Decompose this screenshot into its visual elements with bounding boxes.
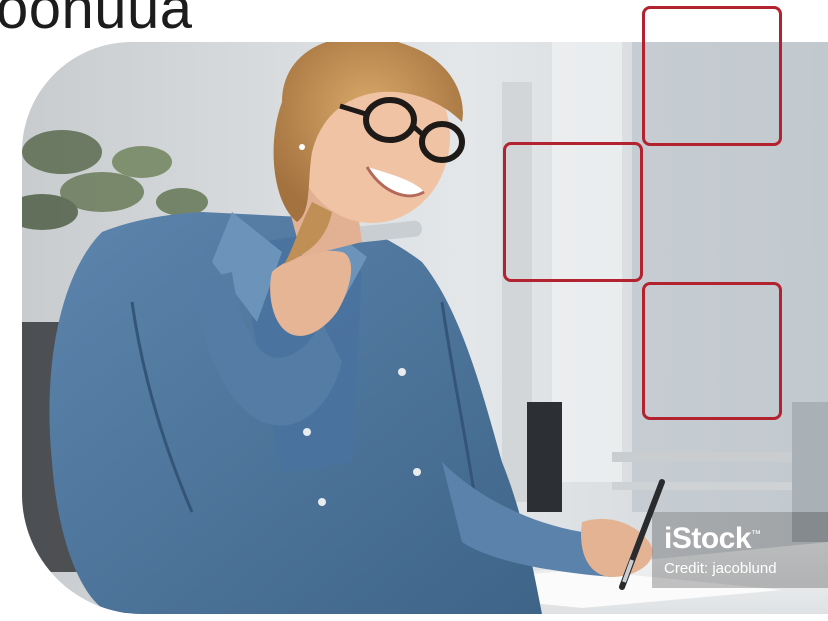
istock-watermark: iStock™ Credit: jacoblund xyxy=(652,512,828,588)
page-canvas: oonuua iStock™ Credit: jacoblund xyxy=(0,0,828,621)
cropped-heading: oonuua xyxy=(0,0,193,41)
accent-square-bottom xyxy=(642,282,782,420)
accent-square-top xyxy=(642,6,782,146)
istock-logo: iStock™ xyxy=(664,522,761,555)
accent-square-middle xyxy=(503,142,643,282)
photo-credit: Credit: jacoblund xyxy=(664,560,777,577)
